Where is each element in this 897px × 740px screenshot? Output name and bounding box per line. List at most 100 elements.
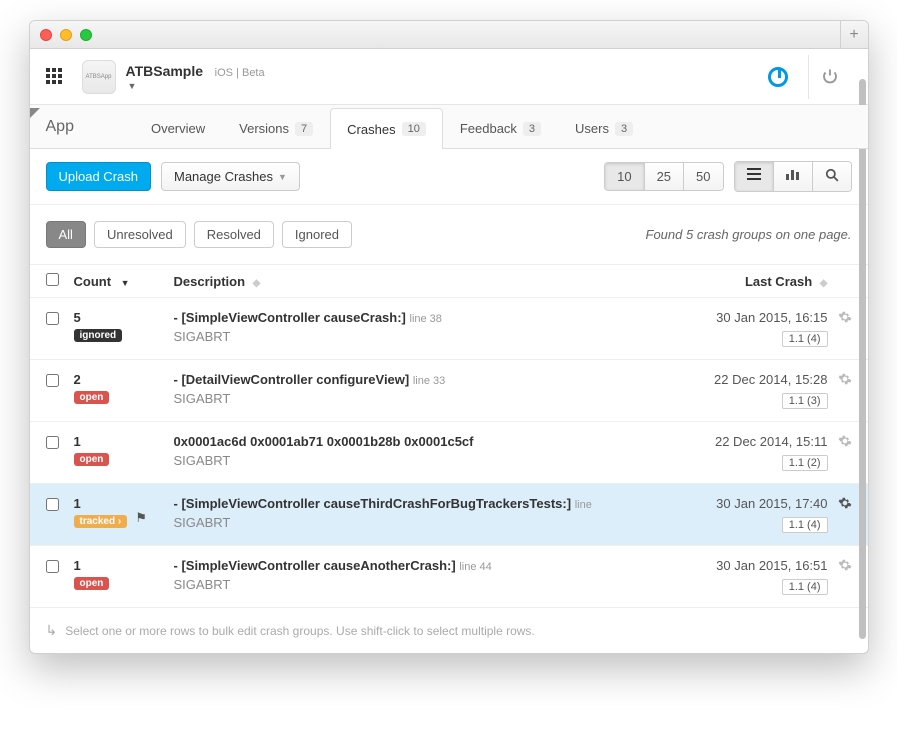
table-row[interactable]: 5 ignored - [SimpleViewController causeC… <box>30 298 868 360</box>
tab-badge: 10 <box>402 122 426 136</box>
last-crash-date: 30 Jan 2015, 16:51 <box>658 558 828 573</box>
table-row[interactable]: 1 open 0x0001ac6d 0x0001ab71 0x0001b28b … <box>30 422 868 484</box>
filter-ignored[interactable]: Ignored <box>282 221 352 248</box>
upload-crash-button[interactable]: Upload Crash <box>46 162 152 191</box>
crash-signal: SIGABRT <box>174 453 658 468</box>
app-logo: ATBSApp <box>82 60 116 94</box>
version-badge: 1.1 (4) <box>782 579 828 595</box>
manage-crashes-label: Manage Crashes <box>174 169 273 184</box>
tab-users[interactable]: Users3 <box>558 108 650 148</box>
session-icon[interactable] <box>768 67 788 87</box>
row-checkbox[interactable] <box>46 560 59 573</box>
crash-line: line 44 <box>459 561 491 573</box>
crash-signal: SIGABRT <box>174 329 658 344</box>
new-tab-button[interactable]: + <box>840 21 868 49</box>
page-size-10[interactable]: 10 <box>605 163 644 190</box>
bulk-edit-hint-text: Select one or more rows to bulk edit cra… <box>65 624 535 638</box>
page-size-50[interactable]: 50 <box>684 163 722 190</box>
crash-count: 1 <box>74 558 110 573</box>
sort-icon: ◆ <box>820 278 828 289</box>
filter-unresolved[interactable]: Unresolved <box>94 221 186 248</box>
row-gear-icon[interactable] <box>828 434 852 451</box>
page-size-25[interactable]: 25 <box>645 163 684 190</box>
manage-crashes-button[interactable]: Manage Crashes ▼ <box>161 162 300 191</box>
crash-count: 2 <box>74 372 110 387</box>
tab-label: Feedback <box>460 121 517 136</box>
close-window-button[interactable] <box>40 29 52 41</box>
minimize-window-button[interactable] <box>60 29 72 41</box>
row-checkbox[interactable] <box>46 498 59 511</box>
column-last-label: Last Crash <box>745 274 812 289</box>
crash-title: - [SimpleViewController causeThirdCrashF… <box>174 496 572 511</box>
crash-line: line <box>575 499 592 511</box>
select-all-checkbox[interactable] <box>46 273 59 286</box>
section-label: App <box>46 118 74 148</box>
status-badge: open <box>74 453 110 466</box>
chart-view-icon[interactable] <box>774 162 813 191</box>
column-last-crash[interactable]: Last Crash ◆ <box>658 274 828 289</box>
crash-line: line 33 <box>413 375 445 387</box>
row-gear-icon[interactable] <box>828 310 852 327</box>
crash-signal: SIGABRT <box>174 515 658 530</box>
tab-badge: 7 <box>295 122 313 136</box>
column-description[interactable]: Description ◆ <box>174 274 658 289</box>
column-description-label: Description <box>174 274 246 289</box>
tab-label: Versions <box>239 121 289 136</box>
last-crash-date: 22 Dec 2014, 15:11 <box>658 434 828 449</box>
row-checkbox[interactable] <box>46 374 59 387</box>
crash-count: 1 <box>74 496 128 511</box>
status-badge: open <box>74 577 110 590</box>
table-row[interactable]: 1 tracked › ⚑ - [SimpleViewController ca… <box>30 484 868 546</box>
tab-badge: 3 <box>523 122 541 136</box>
crash-title: - [DetailViewController configureView] <box>174 372 410 387</box>
flag-icon: ⚑ <box>135 510 147 526</box>
filter-all[interactable]: All <box>46 221 86 248</box>
filter-resolved[interactable]: Resolved <box>194 221 274 248</box>
list-view-icon[interactable] <box>735 162 774 191</box>
last-crash-date: 30 Jan 2015, 17:40 <box>658 496 828 511</box>
tab-versions[interactable]: Versions 7 <box>222 108 330 148</box>
row-gear-icon[interactable] <box>828 372 852 389</box>
chevron-down-icon: ▼ <box>278 172 287 182</box>
results-count-text: Found 5 crash groups on one page. <box>646 227 852 242</box>
status-badge: ignored <box>74 329 123 342</box>
last-crash-date: 22 Dec 2014, 15:28 <box>658 372 828 387</box>
row-gear-icon[interactable] <box>828 558 852 575</box>
table-row[interactable]: 2 open - [DetailViewController configure… <box>30 360 868 422</box>
sort-desc-icon: ▼ <box>121 278 130 288</box>
tab-list: OverviewVersions7Crashes10Feedback3Users… <box>134 108 650 148</box>
bulk-edit-hint: ↳ Select one or more rows to bulk edit c… <box>30 608 868 653</box>
window-titlebar: + <box>30 21 868 49</box>
apps-grid-icon[interactable] <box>46 68 64 86</box>
table-row[interactable]: 1 open - [SimpleViewController causeAnot… <box>30 546 868 608</box>
app-dropdown-icon[interactable]: ▼ <box>128 81 265 91</box>
app-name: ATBSample <box>126 63 204 79</box>
column-count-label: Count <box>74 274 112 289</box>
crash-count: 1 <box>74 434 110 449</box>
app-platform: iOS | Beta <box>215 67 265 79</box>
version-badge: 1.1 (2) <box>782 455 828 471</box>
crash-signal: SIGABRT <box>174 577 658 592</box>
power-icon[interactable] <box>808 55 852 99</box>
crash-title: 0x0001ac6d 0x0001ab71 0x0001b28b 0x0001c… <box>174 434 474 449</box>
scrollbar[interactable] <box>859 79 866 639</box>
zoom-window-button[interactable] <box>80 29 92 41</box>
tab-feedback[interactable]: Feedback 3 <box>443 108 558 148</box>
search-icon[interactable] <box>813 162 851 191</box>
status-badge: open <box>74 391 110 404</box>
page-size-segment: 10 25 50 <box>604 162 723 191</box>
row-checkbox[interactable] <box>46 312 59 325</box>
tab-crashes[interactable]: Crashes10 <box>330 108 443 149</box>
sort-icon: ◆ <box>253 278 261 289</box>
row-gear-icon[interactable] <box>828 496 852 513</box>
tab-badge: 3 <box>615 122 633 136</box>
column-count[interactable]: Count ▼ <box>74 274 174 289</box>
tab-overview[interactable]: Overview <box>134 108 222 148</box>
crash-signal: SIGABRT <box>174 391 658 406</box>
crash-title: - [SimpleViewController causeCrash:] <box>174 310 406 325</box>
crash-title: - [SimpleViewController causeAnotherCras… <box>174 558 456 573</box>
row-checkbox[interactable] <box>46 436 59 449</box>
version-badge: 1.1 (4) <box>782 331 828 347</box>
return-arrow-icon: ↳ <box>46 622 58 639</box>
crash-line: line 38 <box>410 313 442 325</box>
